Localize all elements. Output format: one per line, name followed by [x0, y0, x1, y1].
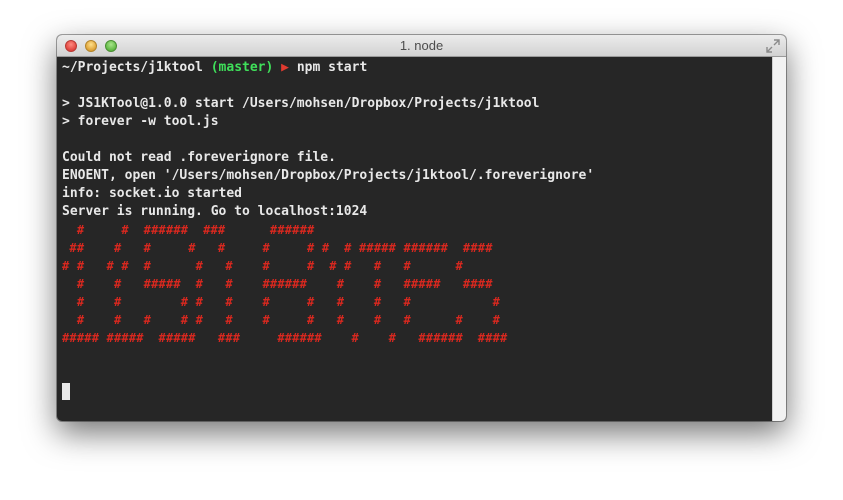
banner-row: # # # # # # # # # # # # # # — [62, 259, 463, 273]
prompt-path: ~/Projects/j1ktool — [62, 60, 203, 75]
window-title: 1. node — [399, 38, 444, 53]
terminal-output[interactable]: ~/Projects/j1ktool (master) ▶ npm start … — [57, 57, 772, 421]
banner-row: # # # # # # # # # # # — [62, 295, 501, 309]
banner-row: ## # # # # # # # # ##### ###### #### — [62, 241, 493, 255]
title-bar[interactable]: 1. node — [57, 35, 786, 57]
server-line: Server is running. Go to localhost:1024 — [62, 204, 368, 219]
error-line: ENOENT, open '/Users/mohsen/Dropbox/Proj… — [62, 168, 595, 183]
prompt-arrow-icon: ▶ — [281, 60, 289, 75]
npm-output-line: > JS1KTool@1.0.0 start /Users/mohsen/Dro… — [62, 96, 540, 111]
prompt-command: npm start — [296, 60, 368, 75]
fullscreen-icon[interactable] — [766, 39, 780, 53]
scrollbar[interactable] — [772, 57, 786, 421]
text-cursor — [62, 383, 70, 400]
banner-row: # # ###### ### ###### — [62, 223, 315, 237]
error-line: Could not read .foreverignore file. — [62, 150, 336, 165]
prompt-line: ~/Projects/j1ktool (master) ▶ npm start — [62, 59, 772, 77]
banner-row: # # # # # # # # # # # # # — [62, 313, 501, 327]
info-line: info: socket.io started — [62, 186, 243, 201]
banner-row: ##### ##### ##### ### ###### # # ###### … — [62, 331, 508, 345]
cursor-line — [62, 383, 772, 401]
git-branch: (master) — [210, 60, 274, 75]
npm-output-line: > forever -w tool.js — [62, 114, 219, 129]
banner-row: # # ##### # # ###### # # ##### #### — [62, 277, 493, 291]
ascii-banner: # # ###### ### ###### ## # # # # # # # #… — [62, 221, 772, 347]
terminal-window: 1. node ~/Projects/j1ktool (master) ▶ np… — [57, 35, 786, 421]
